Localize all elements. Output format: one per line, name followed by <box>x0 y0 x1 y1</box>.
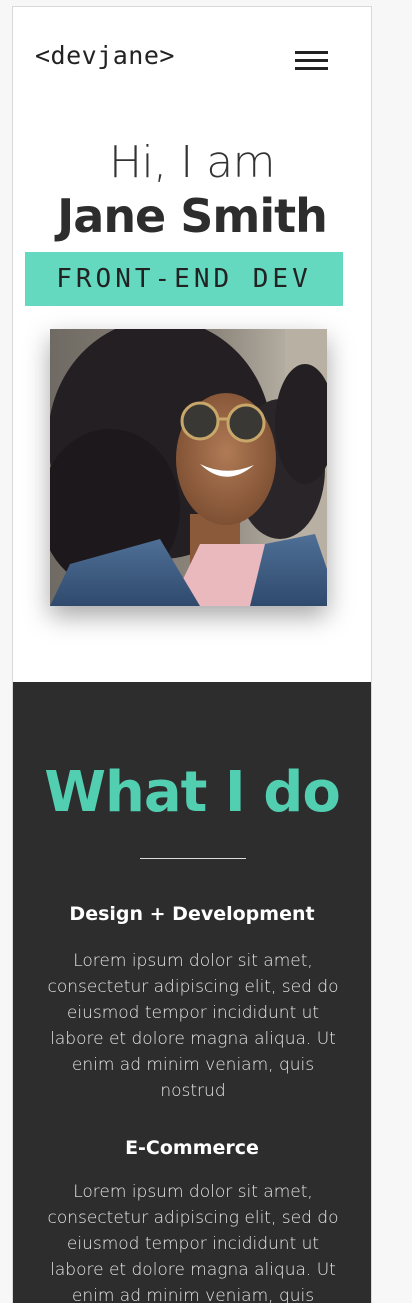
hero-greeting: Hi, I am <box>108 137 276 188</box>
menu-icon[interactable] <box>295 49 328 71</box>
hero-section: Hi, I am Jane Smith FRONT-END DEV <box>13 107 371 682</box>
page-frame: <devjane> Hi, I am Jane Smith FRONT-END … <box>12 6 372 1303</box>
services-section: What I do Design + Development Lorem ips… <box>13 682 371 1303</box>
menu-bar <box>295 51 328 54</box>
section-title: What I do <box>44 760 341 825</box>
role-text: FRONT-END DEV <box>56 264 312 294</box>
profile-photo <box>50 329 327 606</box>
service-description: Lorem ipsum dolor sit amet, consectetur … <box>47 1182 339 1303</box>
menu-bar <box>295 67 328 70</box>
service-title: Design + Development <box>69 903 315 925</box>
menu-bar <box>295 59 328 62</box>
hero-name: Jane Smith <box>57 189 328 243</box>
service-title: E-Commerce <box>125 1137 259 1159</box>
section-divider <box>140 858 246 859</box>
navbar: <devjane> <box>13 7 371 107</box>
role-banner: FRONT-END DEV <box>25 252 343 306</box>
site-logo[interactable]: <devjane> <box>35 41 175 70</box>
service-description: Lorem ipsum dolor sit amet, consectetur … <box>47 951 339 1101</box>
